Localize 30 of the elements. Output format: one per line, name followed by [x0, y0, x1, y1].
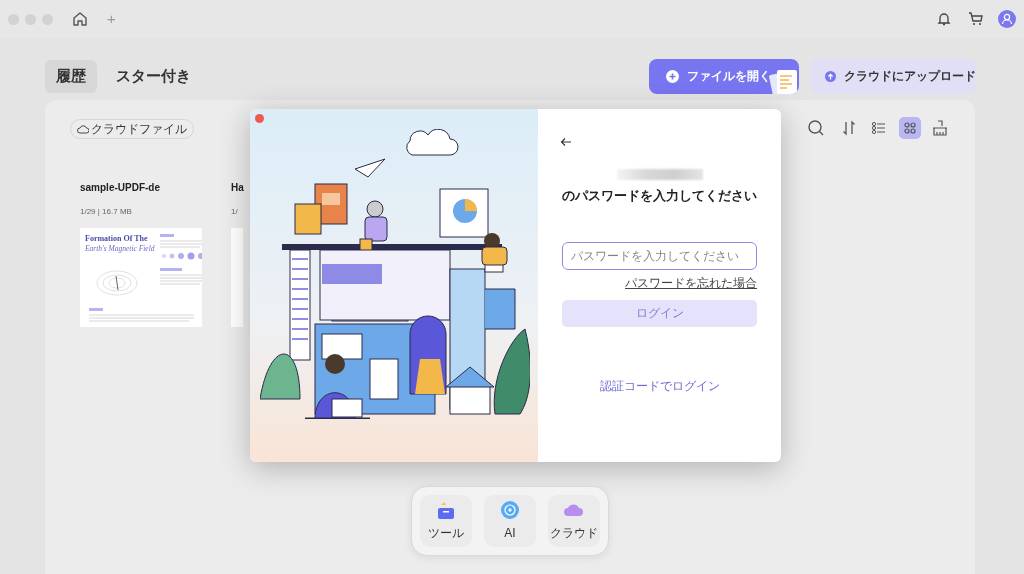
home-icon[interactable] [71, 10, 89, 28]
password-field[interactable]: パスワードを入力してください [562, 241, 757, 270]
grid-view-button[interactable] [899, 117, 921, 139]
upload-to-cloud-button[interactable]: クラウドにアップロード [811, 58, 976, 94]
file-meta: 1/29 | 16.7 MB [80, 206, 133, 218]
bell-icon[interactable] [936, 11, 952, 27]
tab[interactable]: スター付き [105, 59, 202, 93]
dialog-heading: のパスワードを入力してください [562, 187, 757, 205]
forgot-password-link[interactable]: パスワードを忘れた場合 [625, 273, 757, 292]
cloud-files-filter[interactable]: クラウドファイル [70, 119, 194, 139]
cloud-icon [77, 124, 89, 134]
toolbox-icon [436, 500, 456, 520]
cart-icon[interactable] [968, 11, 984, 27]
back-arrow-icon[interactable] [560, 137, 572, 147]
dock-ai-button[interactable]: AI [484, 495, 536, 547]
dock-cloud-button[interactable]: クラウド [548, 495, 600, 547]
tab[interactable]: 履歴 [45, 59, 97, 93]
plus-circle-icon [666, 69, 679, 83]
upload-circle-icon [825, 69, 836, 83]
search-icon[interactable] [806, 118, 826, 138]
code-login-link[interactable]: 認証コードでログイン [599, 376, 720, 395]
ai-orb-icon [500, 500, 520, 520]
thumbnail-title: Formation Of The [85, 233, 148, 245]
document-thumbnail[interactable] [231, 228, 243, 327]
file-meta: 1/ [231, 206, 239, 218]
file-name[interactable]: sample-UPDF-de [80, 180, 202, 196]
file-name[interactable]: Ha [231, 180, 244, 196]
avatar-icon[interactable] [998, 10, 1016, 28]
open-file-button[interactable]: ファイルを開く [649, 58, 799, 94]
dock-tools-button[interactable]: ツール [420, 495, 472, 547]
